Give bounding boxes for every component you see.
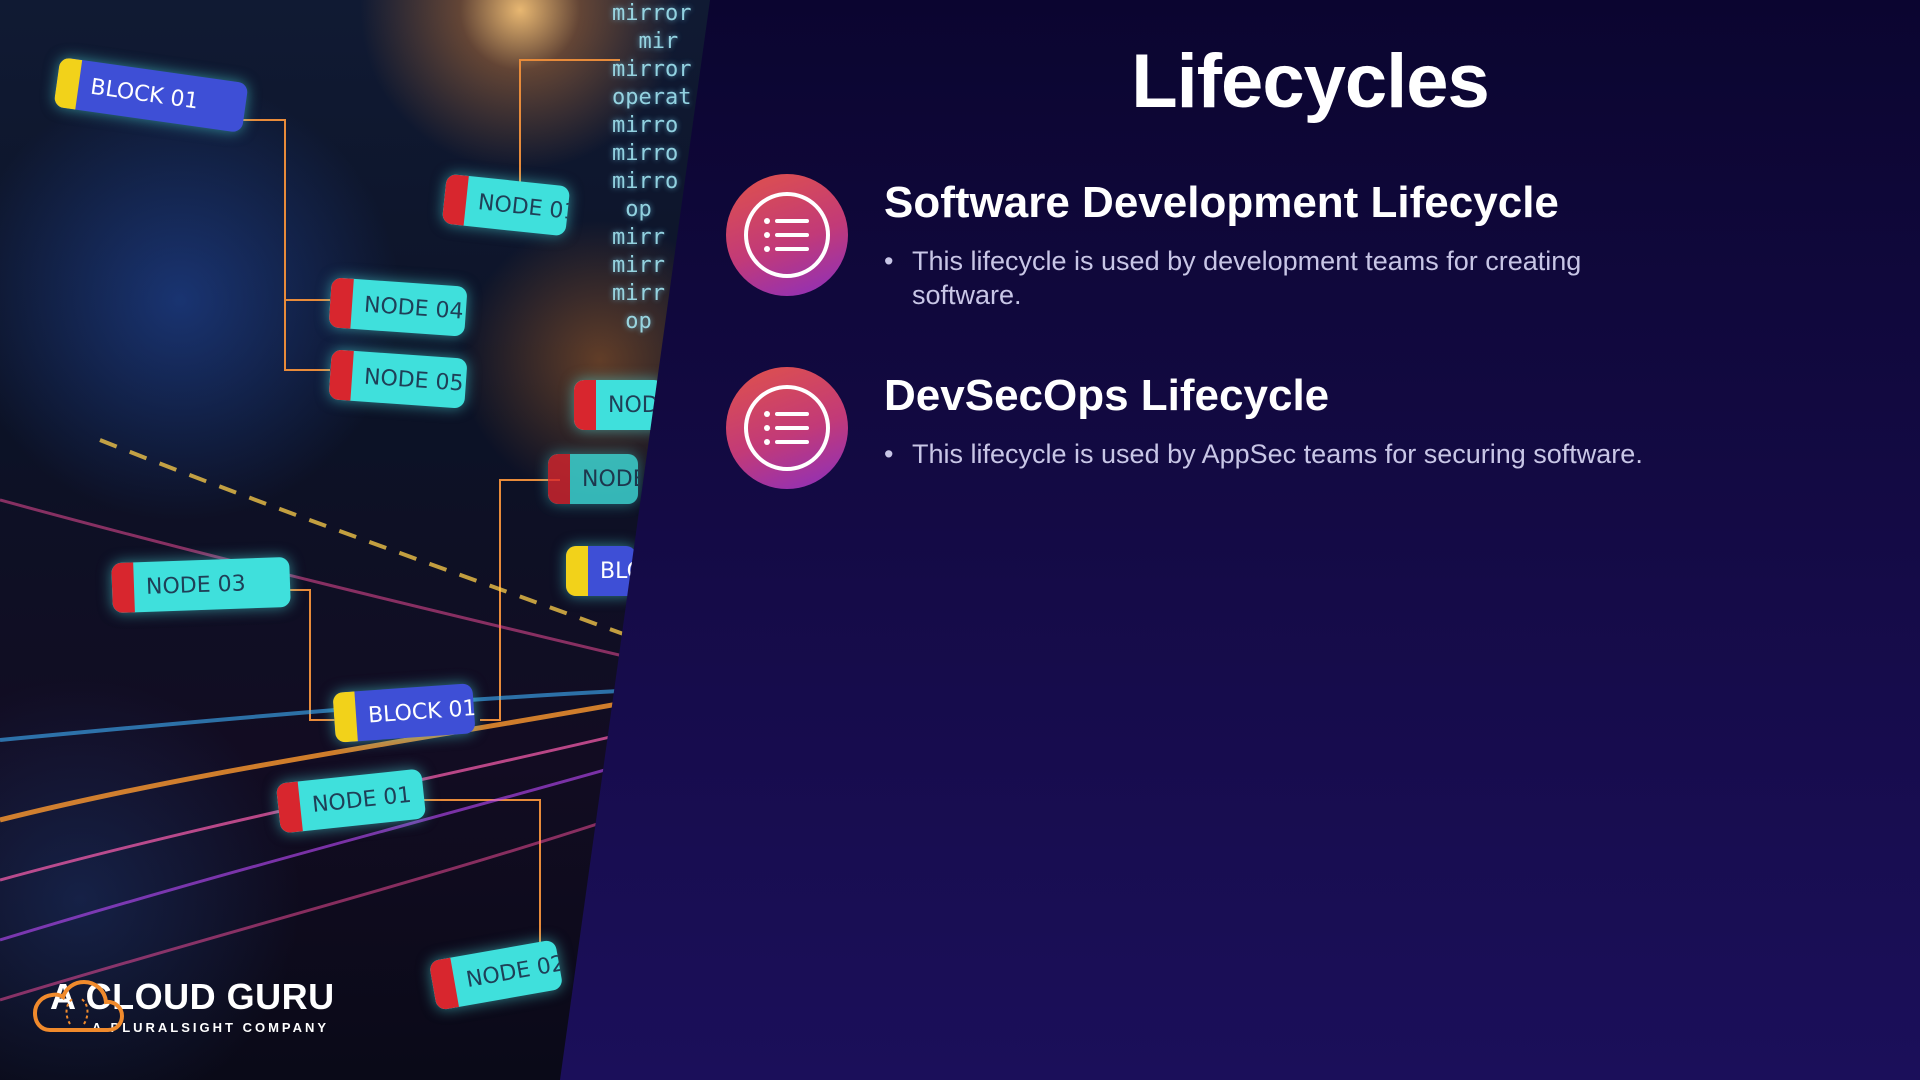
node-label: BLOC (566, 546, 636, 596)
lifecycle-heading: Software Development Lifecycle (884, 178, 1559, 227)
code-text: mirror mir mirror operat mirro mirro mir… (612, 1, 692, 334)
list-icon (726, 174, 848, 296)
background-photo: mirror mir mirror operat mirro mirro mir… (0, 0, 710, 1080)
node-label: NODE 04 (328, 277, 468, 337)
logo-tagline: A PLURALSIGHT COMPANY (92, 1020, 330, 1035)
node-label: NODE 03 (111, 556, 291, 614)
lifecycle-description: This lifecycle is used by development te… (884, 244, 1684, 312)
node-label: NODE 05 (328, 349, 468, 409)
node-label: BLOCK 01 (332, 683, 476, 743)
slide: mirror mir mirror operat mirro mirro mir… (0, 0, 1920, 1080)
cloud-logo-icon (32, 979, 124, 1032)
lifecycle-heading: DevSecOps Lifecycle (884, 371, 1330, 420)
node-label: NODE (548, 454, 638, 504)
slide-title: Lifecycles (1131, 39, 1490, 124)
list-icon (726, 367, 848, 489)
company-logo: A CLOUD GURU A PLURALSIGHT COMPANY (32, 976, 335, 1035)
node-label: NODE (574, 380, 664, 430)
lifecycle-description: This lifecycle is used by AppSec teams f… (884, 437, 1684, 471)
